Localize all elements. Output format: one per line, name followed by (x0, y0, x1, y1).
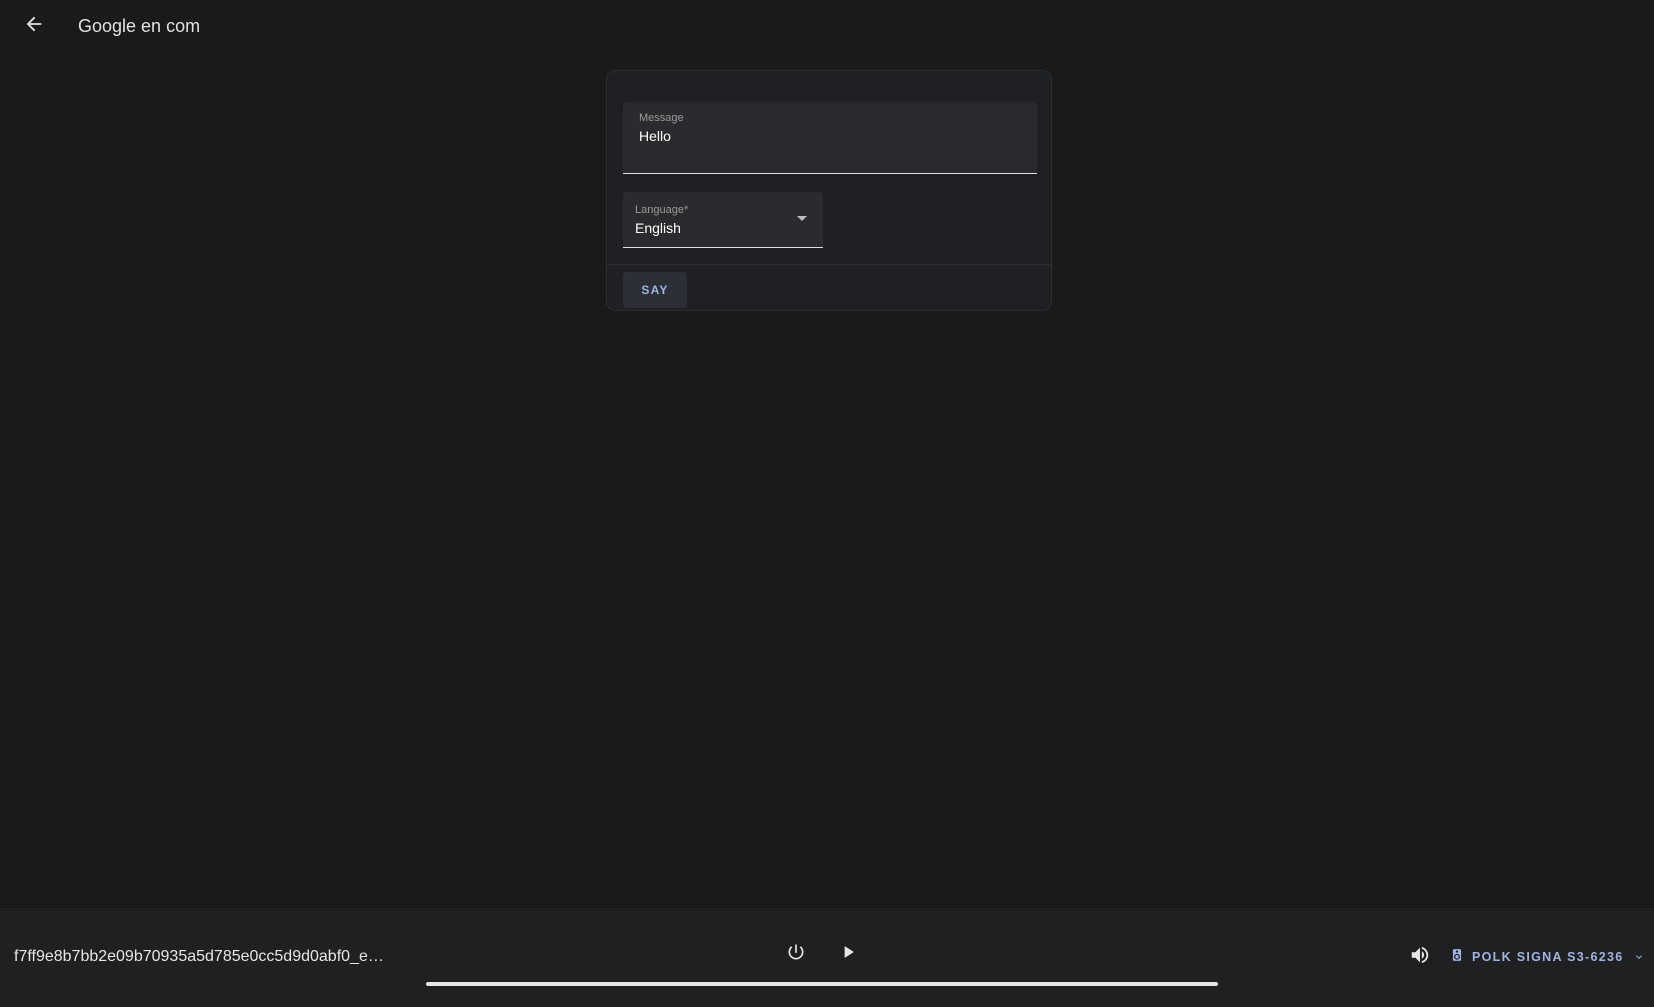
language-label: Language* (635, 204, 689, 216)
volume-button[interactable] (1402, 939, 1438, 975)
chevron-down-icon (1633, 951, 1645, 963)
back-button[interactable] (10, 2, 58, 50)
progress-fill (426, 982, 1218, 986)
message-value[interactable]: Hello (639, 128, 671, 144)
volume-icon (1409, 944, 1431, 971)
media-title: f7ff9e8b7bb2e09b70935a5d785e0cc5d9d0abf0… (14, 948, 384, 965)
dropdown-caret-icon (797, 216, 807, 221)
play-button[interactable] (830, 936, 866, 972)
device-select-button[interactable]: POLK SIGNA S3-6236 (1450, 942, 1645, 972)
message-field[interactable]: Message Hello (623, 102, 1037, 174)
power-icon (786, 942, 806, 967)
arrow-left-icon (23, 13, 45, 40)
language-value: English (635, 220, 681, 236)
play-icon (838, 942, 858, 967)
card-actions: SAY (607, 264, 1051, 310)
language-select[interactable]: Language* English (623, 192, 823, 248)
message-label: Message (639, 112, 684, 124)
media-player-bar: f7ff9e8b7bb2e09b70935a5d785e0cc5d9d0abf0… (0, 908, 1654, 1007)
say-button[interactable]: SAY (623, 272, 687, 308)
power-button[interactable] (778, 936, 814, 972)
top-bar: Google en com (0, 0, 1654, 52)
speaker-icon (1450, 947, 1464, 968)
progress-bar[interactable] (426, 982, 1218, 986)
device-label: POLK SIGNA S3-6236 (1472, 950, 1624, 964)
page-title: Google en com (78, 15, 201, 36)
tts-card: Message Hello Language* English SAY (606, 70, 1052, 311)
